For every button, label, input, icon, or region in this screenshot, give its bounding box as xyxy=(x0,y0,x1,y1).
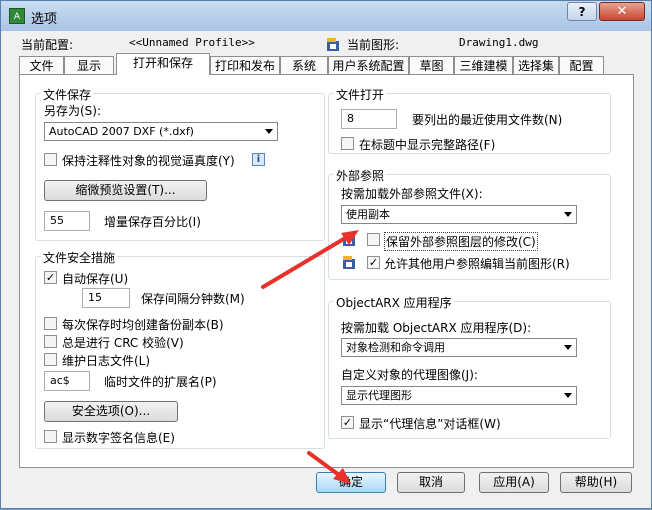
info-icon[interactable]: i xyxy=(252,153,265,166)
title-bar: A 选项 ? ✕ xyxy=(1,1,651,31)
tab-open-save[interactable]: 打开和保存 xyxy=(116,53,210,75)
file-open-group: 文件打开 8 要列出的最近使用文件数(N) 在标题中显示完整路径(F) xyxy=(328,86,611,154)
autocad-app-icon: A xyxy=(9,8,25,24)
tab-user-preferences[interactable]: 用户系统配置 xyxy=(328,56,409,74)
proxy-images-label: 自定义对象的代理图像(J): xyxy=(341,368,478,382)
file-safety-group-title: 文件安全措施 xyxy=(41,249,118,266)
full-path-checkbox[interactable] xyxy=(341,137,354,150)
allow-xref-edit-checkbox[interactable]: ✓ xyxy=(367,256,380,269)
file-open-group-title: 文件打开 xyxy=(334,86,387,103)
retain-xref-changes-checkbox[interactable] xyxy=(367,233,380,246)
tab-system[interactable]: 系统 xyxy=(280,56,328,74)
backup-label: 每次保存时均创建备份副本(B) xyxy=(62,318,224,332)
file-safety-group: 文件安全措施 ✓ 自动保存(U) 15 保存间隔分钟数(M) 每次保存时均创建备… xyxy=(35,249,325,449)
tab-drafting[interactable]: 草图 xyxy=(409,56,454,74)
proxy-dialog-label: 显示“代理信息”对话框(W) xyxy=(359,417,501,431)
save-as-select[interactable]: AutoCAD 2007 DXF (*.dxf) xyxy=(44,122,278,141)
crc-checkbox[interactable] xyxy=(44,335,57,348)
backup-checkbox[interactable] xyxy=(44,317,57,330)
current-drawing-value: Drawing1.dwg xyxy=(459,36,539,49)
recent-files-count-input[interactable]: 8 xyxy=(341,109,397,129)
tab-display[interactable]: 显示 xyxy=(64,56,114,74)
tab-panel-open-save: 文件保存 另存为(S): AutoCAD 2007 DXF (*.dxf) 保持… xyxy=(19,74,634,468)
temp-extension-input[interactable]: ac$ xyxy=(44,371,90,391)
autosave-minutes-label: 保存间隔分钟数(M) xyxy=(141,292,245,306)
maintain-fidelity-label: 保持注释性对象的视觉逼真度(Y) xyxy=(62,154,235,168)
allow-xref-edit-label: 允许其他用户参照编辑当前图形(R) xyxy=(384,257,570,271)
chevron-down-icon xyxy=(265,129,273,134)
title-help-button[interactable]: ? xyxy=(567,2,597,21)
help-button[interactable]: 帮助(H) xyxy=(560,472,632,493)
incremental-save-label: 增量保存百分比(I) xyxy=(104,215,201,229)
tab-files[interactable]: 文件 xyxy=(19,56,64,74)
xref-demand-load-value: 使用副本 xyxy=(346,208,390,221)
thumbnail-settings-button[interactable]: 缩微预览设置(T)... xyxy=(44,180,207,201)
options-dialog: A 选项 ? ✕ 当前配置: <<Unnamed Profile>> 当前图形:… xyxy=(0,0,652,509)
file-save-group-title: 文件保存 xyxy=(41,86,94,103)
chevron-down-icon xyxy=(564,345,572,350)
digital-signature-checkbox[interactable] xyxy=(44,430,57,443)
xref-layer-icon xyxy=(343,233,355,246)
security-options-button[interactable]: 安全选项(O)... xyxy=(44,401,178,422)
log-file-label: 维护日志文件(L) xyxy=(62,354,151,368)
apply-button[interactable]: 应用(A) xyxy=(479,472,549,493)
window-title: 选项 xyxy=(31,12,58,27)
chevron-down-icon xyxy=(564,393,572,398)
xref-group: 外部参照 按需加载外部参照文件(X): 使用副本 保留外部参照图层的修改(C) … xyxy=(328,167,611,280)
xref-demand-load-label: 按需加载外部参照文件(X): xyxy=(341,187,483,201)
temp-extension-label: 临时文件的扩展名(P) xyxy=(104,375,217,389)
arx-demand-load-select[interactable]: 对象检测和命令调用 xyxy=(341,338,577,357)
save-as-label: 另存为(S): xyxy=(44,104,102,118)
xref-demand-load-select[interactable]: 使用副本 xyxy=(341,205,577,224)
tab-plot-publish[interactable]: 打印和发布 xyxy=(210,56,280,74)
proxy-dialog-checkbox[interactable]: ✓ xyxy=(341,416,354,429)
cancel-button[interactable]: 取消 xyxy=(397,472,465,493)
log-file-checkbox[interactable] xyxy=(44,353,57,366)
tab-selection[interactable]: 选择集 xyxy=(513,56,559,74)
autosave-checkbox[interactable]: ✓ xyxy=(44,271,57,284)
proxy-images-select[interactable]: 显示代理图形 xyxy=(341,386,577,405)
objectarx-group: ObjectARX 应用程序 按需加载 ObjectARX 应用程序(D): 对… xyxy=(328,294,611,439)
chevron-down-icon xyxy=(564,212,572,217)
crc-label: 总是进行 CRC 校验(V) xyxy=(62,336,184,350)
xref-edit-icon xyxy=(343,256,355,269)
current-drawing-label: 当前图形: xyxy=(347,38,400,52)
xref-group-title: 外部参照 xyxy=(334,167,387,184)
digital-signature-label: 显示数字签名信息(E) xyxy=(62,431,175,445)
recent-files-count-label: 要列出的最近使用文件数(N) xyxy=(412,113,563,127)
full-path-label: 在标题中显示完整路径(F) xyxy=(359,138,496,152)
incremental-save-input[interactable]: 55 xyxy=(44,211,90,231)
title-close-button[interactable]: ✕ xyxy=(599,2,645,21)
objectarx-group-title: ObjectARX 应用程序 xyxy=(334,294,454,311)
retain-xref-changes-label: 保留外部参照图层的修改(C) xyxy=(384,232,538,251)
maintain-fidelity-checkbox[interactable] xyxy=(44,153,57,166)
current-config-label: 当前配置: xyxy=(21,38,74,52)
arx-demand-load-label: 按需加载 ObjectARX 应用程序(D): xyxy=(341,321,532,335)
autosave-label: 自动保存(U) xyxy=(62,272,129,286)
file-save-group: 文件保存 另存为(S): AutoCAD 2007 DXF (*.dxf) 保持… xyxy=(35,86,325,241)
autosave-minutes-input[interactable]: 15 xyxy=(82,288,130,308)
ok-button[interactable]: 确定 xyxy=(316,472,386,493)
current-config-value: <<Unnamed Profile>> xyxy=(129,36,255,49)
drawing-file-icon xyxy=(327,38,339,51)
proxy-images-value: 显示代理图形 xyxy=(346,389,412,402)
save-as-value: AutoCAD 2007 DXF (*.dxf) xyxy=(49,125,194,138)
tab-3d-modeling[interactable]: 三维建模 xyxy=(454,56,513,74)
arx-demand-load-value: 对象检测和命令调用 xyxy=(346,341,445,354)
tab-profiles[interactable]: 配置 xyxy=(559,56,604,74)
